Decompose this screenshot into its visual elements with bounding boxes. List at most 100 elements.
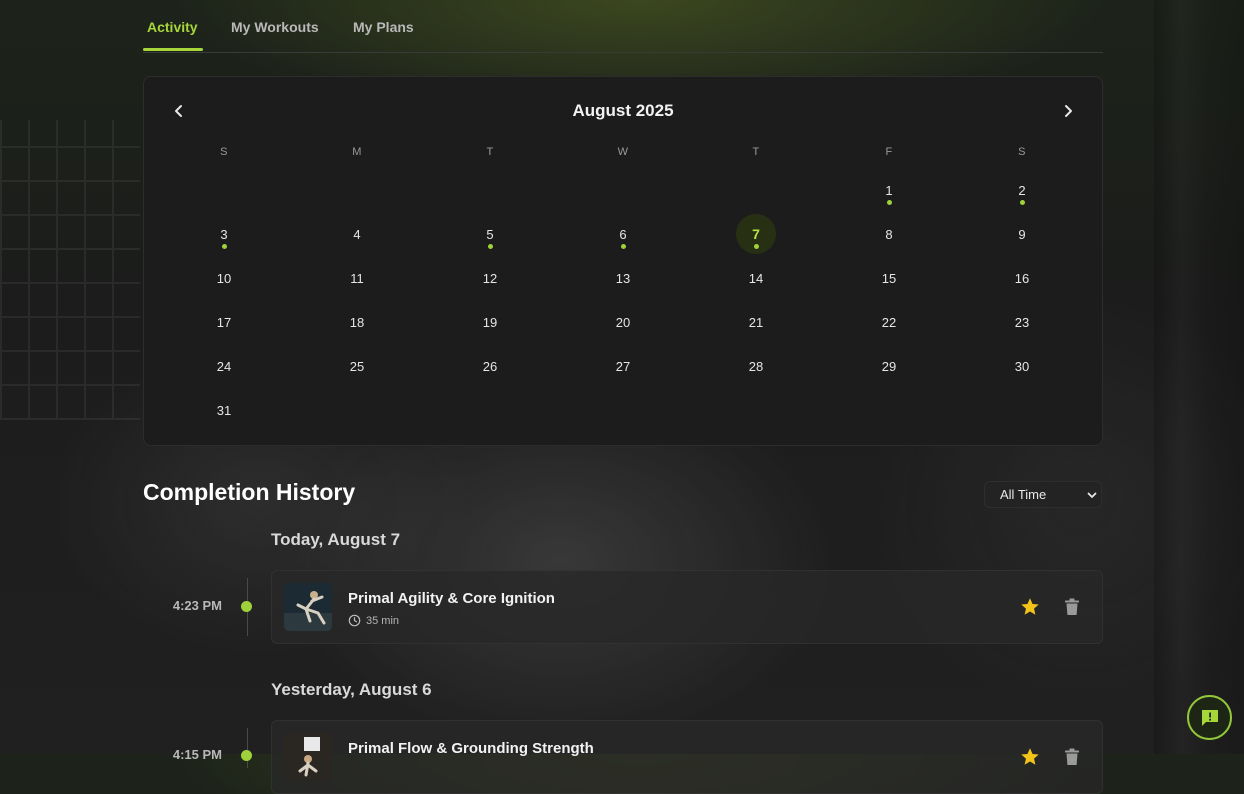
tab-activity[interactable]: Activity	[147, 19, 198, 35]
feedback-button[interactable]	[1187, 695, 1232, 740]
workout-title[interactable]: Primal Flow & Grounding Strength	[348, 740, 594, 757]
calendar-day[interactable]: 25	[337, 346, 377, 386]
calendar-day[interactable]: 29	[869, 346, 909, 386]
calendar-day[interactable]: 6	[603, 214, 643, 254]
activity-dot	[753, 244, 759, 249]
tab-my-plans[interactable]: My Plans	[353, 19, 414, 35]
calendar-month-title: August 2025	[572, 101, 674, 120]
calendar-day[interactable]: 22	[869, 302, 909, 342]
calendar-day[interactable]: 16	[1002, 258, 1042, 298]
calendar-day[interactable]: 18	[337, 302, 377, 342]
calendar-day[interactable]: 2	[1002, 170, 1042, 210]
calendar-day-number: 14	[748, 270, 764, 286]
entry-time: 4:23 PM	[172, 598, 222, 613]
calendar-day[interactable]: 24	[204, 346, 244, 386]
workout-title[interactable]: Primal Agility & Core Ignition	[348, 590, 555, 607]
weekday-label: M	[352, 146, 362, 158]
calendar-day[interactable]: 20	[603, 302, 643, 342]
calendar-day-number: 20	[615, 314, 631, 330]
calendar-day[interactable]: 4	[337, 214, 377, 254]
calendar-day-number: 18	[349, 314, 365, 330]
calendar-day[interactable]: 11	[337, 258, 377, 298]
timeline-dot	[241, 750, 252, 761]
calendar-day-number: 30	[1014, 358, 1030, 374]
calendar-day[interactable]: 19	[470, 302, 510, 342]
calendar-day-number: 12	[482, 270, 498, 286]
calendar-day[interactable]: 9	[1002, 214, 1042, 254]
calendar-day[interactable]: 17	[204, 302, 244, 342]
calendar-day-number: 24	[216, 358, 232, 374]
calendar-day[interactable]: 14	[736, 258, 776, 298]
timeline-line	[246, 728, 248, 768]
calendar-day[interactable]: 5	[470, 214, 510, 254]
workout-entry[interactable]: Primal Agility & Core Ignition 35 min	[271, 570, 1103, 644]
calendar-day-number: 13	[615, 270, 631, 286]
history-day-heading: Today, August 7	[271, 530, 401, 549]
calendar-day[interactable]: 10	[204, 258, 244, 298]
calendar-day[interactable]: 31	[204, 390, 244, 430]
calendar-day[interactable]: 27	[603, 346, 643, 386]
calendar-day[interactable]: 13	[603, 258, 643, 298]
calendar-day-number: 17	[216, 314, 232, 330]
calendar-day-number: 9	[1018, 226, 1026, 242]
calendar-day-number: 2	[1018, 182, 1026, 198]
calendar-day[interactable]: 21	[736, 302, 776, 342]
calendar-day-number: 5	[486, 226, 494, 242]
entry-time: 4:15 PM	[172, 747, 222, 762]
timeline-dot	[241, 601, 252, 612]
weekday-label: T	[486, 146, 494, 158]
activity-calendar: August 2025 S M T W T F S 1 2 3 4 5 6 7 8 9 10 11 12 13 14 15…	[143, 76, 1103, 446]
activity-dot	[620, 244, 626, 249]
calendar-day-number: 25	[349, 358, 365, 374]
calendar-day-number: 29	[881, 358, 897, 374]
clock-icon	[348, 614, 361, 627]
calendar-day-number: 8	[885, 226, 893, 242]
calendar-day-number: 19	[482, 314, 498, 330]
calendar-day-number: 4	[353, 226, 361, 242]
weekday-label: S	[1018, 146, 1026, 158]
chevron-down-icon	[1087, 492, 1097, 498]
activity-dot	[487, 244, 493, 249]
calendar-day-number: 23	[1014, 314, 1030, 330]
calendar-day[interactable]: 1	[869, 170, 909, 210]
star-icon[interactable]	[1019, 596, 1041, 618]
trash-icon[interactable]	[1064, 598, 1080, 616]
tab-my-workouts[interactable]: My Workouts	[231, 19, 319, 35]
calendar-day[interactable]: 26	[470, 346, 510, 386]
calendar-day[interactable]: 8	[869, 214, 909, 254]
completion-history-title: Completion History	[143, 479, 356, 505]
time-range-selected: All Time	[1000, 487, 1047, 502]
workout-thumbnail	[284, 583, 332, 631]
calendar-day[interactable]: 15	[869, 258, 909, 298]
calendar-day-number: 21	[748, 314, 764, 330]
time-range-select[interactable]: All Time	[984, 481, 1102, 508]
activity-dot	[1019, 200, 1025, 205]
calendar-day-today[interactable]: 7	[736, 214, 776, 254]
active-tab-indicator	[143, 48, 203, 51]
tab-bar: Activity My Workouts My Plans	[143, 0, 1103, 53]
history-day-heading: Yesterday, August 6	[271, 680, 432, 699]
weekday-label: S	[220, 146, 228, 158]
trash-icon[interactable]	[1064, 748, 1080, 766]
duration-text: 35 min	[366, 614, 400, 627]
activity-dot	[221, 244, 227, 249]
star-icon[interactable]	[1019, 746, 1041, 768]
workout-thumbnail	[284, 733, 332, 781]
background-gym-window	[0, 120, 140, 420]
calendar-day[interactable]: 28	[736, 346, 776, 386]
calendar-day-number: 16	[1014, 270, 1030, 286]
calendar-day-number: 28	[748, 358, 764, 374]
calendar-day-number: 1	[885, 182, 893, 198]
calendar-day[interactable]: 23	[1002, 302, 1042, 342]
calendar-day-number: 10	[216, 270, 232, 286]
calendar-day-number: 31	[216, 402, 232, 418]
calendar-day[interactable]: 30	[1002, 346, 1042, 386]
calendar-day[interactable]: 12	[470, 258, 510, 298]
weekday-label: F	[885, 146, 893, 158]
calendar-day[interactable]: 3	[204, 214, 244, 254]
calendar-day-number: 26	[482, 358, 498, 374]
workout-duration: 35 min	[348, 614, 399, 627]
workout-entry[interactable]: Primal Flow & Grounding Strength	[271, 720, 1103, 794]
calendar-day-number: 11	[350, 270, 364, 286]
next-month-button[interactable]	[1058, 101, 1078, 121]
